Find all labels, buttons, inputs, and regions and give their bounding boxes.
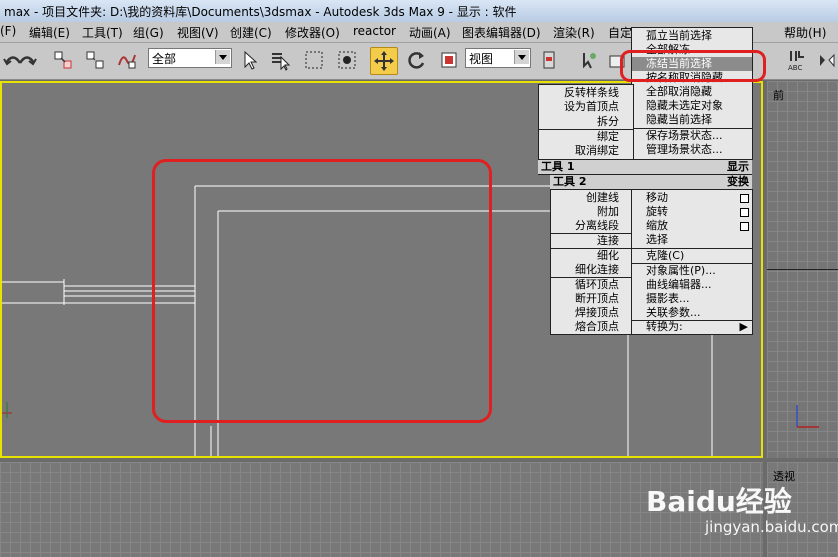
rectangular-selection-icon[interactable] xyxy=(301,47,327,73)
select-and-scale-icon[interactable] xyxy=(436,47,462,73)
menu-attach[interactable]: 附加 xyxy=(551,205,633,219)
menu-customize[interactable]: 自定 xyxy=(608,24,632,41)
quad-header-tools1-display: 工具 1 显示 xyxy=(538,159,752,175)
window-title: max - 项目文件夹: D:\我的资料库\Documents\3dsmax -… xyxy=(4,5,517,19)
window-crossing-icon[interactable] xyxy=(334,47,360,73)
menu-file-fragment[interactable]: (F) xyxy=(0,24,16,38)
menu-reactor[interactable]: reactor xyxy=(353,24,396,38)
menu-isolate-selection[interactable]: 孤立当前选择 xyxy=(632,29,752,43)
freeze-selection-highlight xyxy=(620,50,766,82)
menu-refine-connect[interactable]: 细化连接 xyxy=(551,263,633,277)
selection-filter-value: 全部 xyxy=(152,52,177,66)
menu-connect[interactable]: 连接 xyxy=(551,234,633,248)
front-viewport-label[interactable]: 前 xyxy=(773,87,784,103)
mirror-icon[interactable] xyxy=(814,47,838,73)
menu-divide[interactable]: 拆分 xyxy=(539,115,633,129)
menu-create-line[interactable]: 创建线 xyxy=(551,191,633,205)
menu-hide-selection[interactable]: 隐藏当前选择 xyxy=(632,113,752,127)
select-manipulate-icon[interactable] xyxy=(576,47,602,73)
menu-manage-scene-states[interactable]: 管理场景状态... xyxy=(632,143,752,157)
menu-select[interactable]: 选择 xyxy=(632,233,752,247)
menu-rendering[interactable]: 渲染(R) xyxy=(553,24,595,41)
quad-tools1-panel: 反转样条线 设为首顶点 拆分 绑定 取消绑定 xyxy=(538,84,634,160)
header-transform: 变换 xyxy=(727,175,749,188)
menu-detach-segment[interactable]: 分离线段 xyxy=(551,219,633,233)
quad-header-tools2-transform: 工具 2 变换 xyxy=(550,174,752,190)
select-object-icon[interactable] xyxy=(237,47,263,73)
select-and-link-icon[interactable] xyxy=(50,47,76,73)
window-title-bar: max - 项目文件夹: D:\我的资料库\Documents\3dsmax -… xyxy=(0,0,838,23)
menu-graph-editors[interactable]: 图表编辑器(D) xyxy=(462,24,541,41)
menu-clone[interactable]: 克隆(C) xyxy=(632,249,752,263)
quad-tools2-panel: 创建线 附加 分离线段 连接 细化 细化连接 循环顶点 断开顶点 焊接顶点 熔合… xyxy=(550,189,634,335)
header-tools1: 工具 1 xyxy=(541,160,575,173)
menu-edit[interactable]: 编辑(E) xyxy=(29,24,70,41)
redo-icon[interactable] xyxy=(14,47,40,73)
spelling-abc-icon[interactable]: ABC xyxy=(786,47,812,73)
baidu-watermark-logo: Baidu经验 xyxy=(646,485,792,518)
bind-to-space-warp-icon[interactable] xyxy=(114,47,140,73)
coord-system-value: 视图 xyxy=(469,52,494,66)
menu-make-first-vertex[interactable]: 设为首顶点 xyxy=(539,100,633,114)
chevron-down-icon xyxy=(514,50,529,64)
select-and-rotate-icon[interactable] xyxy=(403,47,429,73)
menu-group[interactable]: 组(G) xyxy=(133,24,164,41)
chevron-down-icon xyxy=(215,50,230,64)
select-by-name-icon[interactable] xyxy=(267,47,293,73)
menu-weld-vertices[interactable]: 焊接顶点 xyxy=(551,306,633,320)
menu-views[interactable]: 视图(V) xyxy=(177,24,219,41)
quad-display-panel: 孤立当前选择 全部解冻 冻结当前选择 按名称取消隐藏 全部取消隐藏 隐藏未选定对… xyxy=(631,27,753,160)
reference-coordinate-dropdown[interactable]: 视图 xyxy=(465,48,531,68)
settings-box-icon[interactable] xyxy=(740,222,749,231)
menu-rotate[interactable]: 旋转 xyxy=(632,205,752,219)
baidu-watermark-url: jingyan.baidu.com xyxy=(705,518,838,536)
settings-box-icon[interactable] xyxy=(740,194,749,203)
highlight-annotation-box xyxy=(152,159,492,423)
menu-unbind[interactable]: 取消绑定 xyxy=(539,144,633,158)
menu-dope-sheet[interactable]: 摄影表... xyxy=(632,292,752,306)
pivot-center-icon[interactable] xyxy=(537,47,563,73)
menu-curve-editor[interactable]: 曲线编辑器... xyxy=(632,278,752,292)
quad-transform-panel: 移动 旋转 缩放 选择 克隆(C) 对象属性(P)... 曲线编辑器... 摄影… xyxy=(631,189,753,335)
menu-unhide-all[interactable]: 全部取消隐藏 xyxy=(632,85,752,99)
submenu-arrow-icon: ▶ xyxy=(739,320,748,333)
header-tools2: 工具 2 xyxy=(553,175,587,188)
menu-wire-parameters[interactable]: 关联参数... xyxy=(632,306,752,320)
menu-fuse-vertices[interactable]: 熔合顶点 xyxy=(551,320,633,334)
menu-bind[interactable]: 绑定 xyxy=(539,130,633,144)
grid-axis-line xyxy=(767,269,838,270)
menu-help[interactable]: 帮助(H) xyxy=(784,24,826,41)
menu-convert-to[interactable]: 转换为: ▶ xyxy=(632,320,752,334)
unlink-selection-icon[interactable] xyxy=(82,47,108,73)
menu-hide-unselected[interactable]: 隐藏未选定对象 xyxy=(632,99,752,113)
menu-break-vertices[interactable]: 断开顶点 xyxy=(551,292,633,306)
header-display: 显示 xyxy=(727,160,749,173)
menu-cycle-vertices[interactable]: 循环顶点 xyxy=(551,278,633,292)
menu-object-properties[interactable]: 对象属性(P)... xyxy=(632,264,752,278)
menu-create[interactable]: 创建(C) xyxy=(230,24,272,41)
menu-move[interactable]: 移动 xyxy=(632,191,752,205)
menu-tools[interactable]: 工具(T) xyxy=(82,24,123,41)
svg-text:ABC: ABC xyxy=(788,64,802,72)
selection-filter-dropdown[interactable]: 全部 xyxy=(148,48,232,68)
select-and-move-icon[interactable] xyxy=(370,47,398,75)
menu-refine[interactable]: 细化 xyxy=(551,249,633,263)
menu-scale[interactable]: 缩放 xyxy=(632,219,752,233)
axis-tripod-icon xyxy=(796,405,819,428)
menu-modifiers[interactable]: 修改器(O) xyxy=(285,24,340,41)
menu-animation[interactable]: 动画(A) xyxy=(409,24,451,41)
side-viewport[interactable]: 前 xyxy=(767,81,838,458)
menu-save-scene-state[interactable]: 保存场景状态... xyxy=(632,129,752,143)
menu-reverse-spline[interactable]: 反转样条线 xyxy=(539,86,633,100)
settings-box-icon[interactable] xyxy=(740,208,749,217)
